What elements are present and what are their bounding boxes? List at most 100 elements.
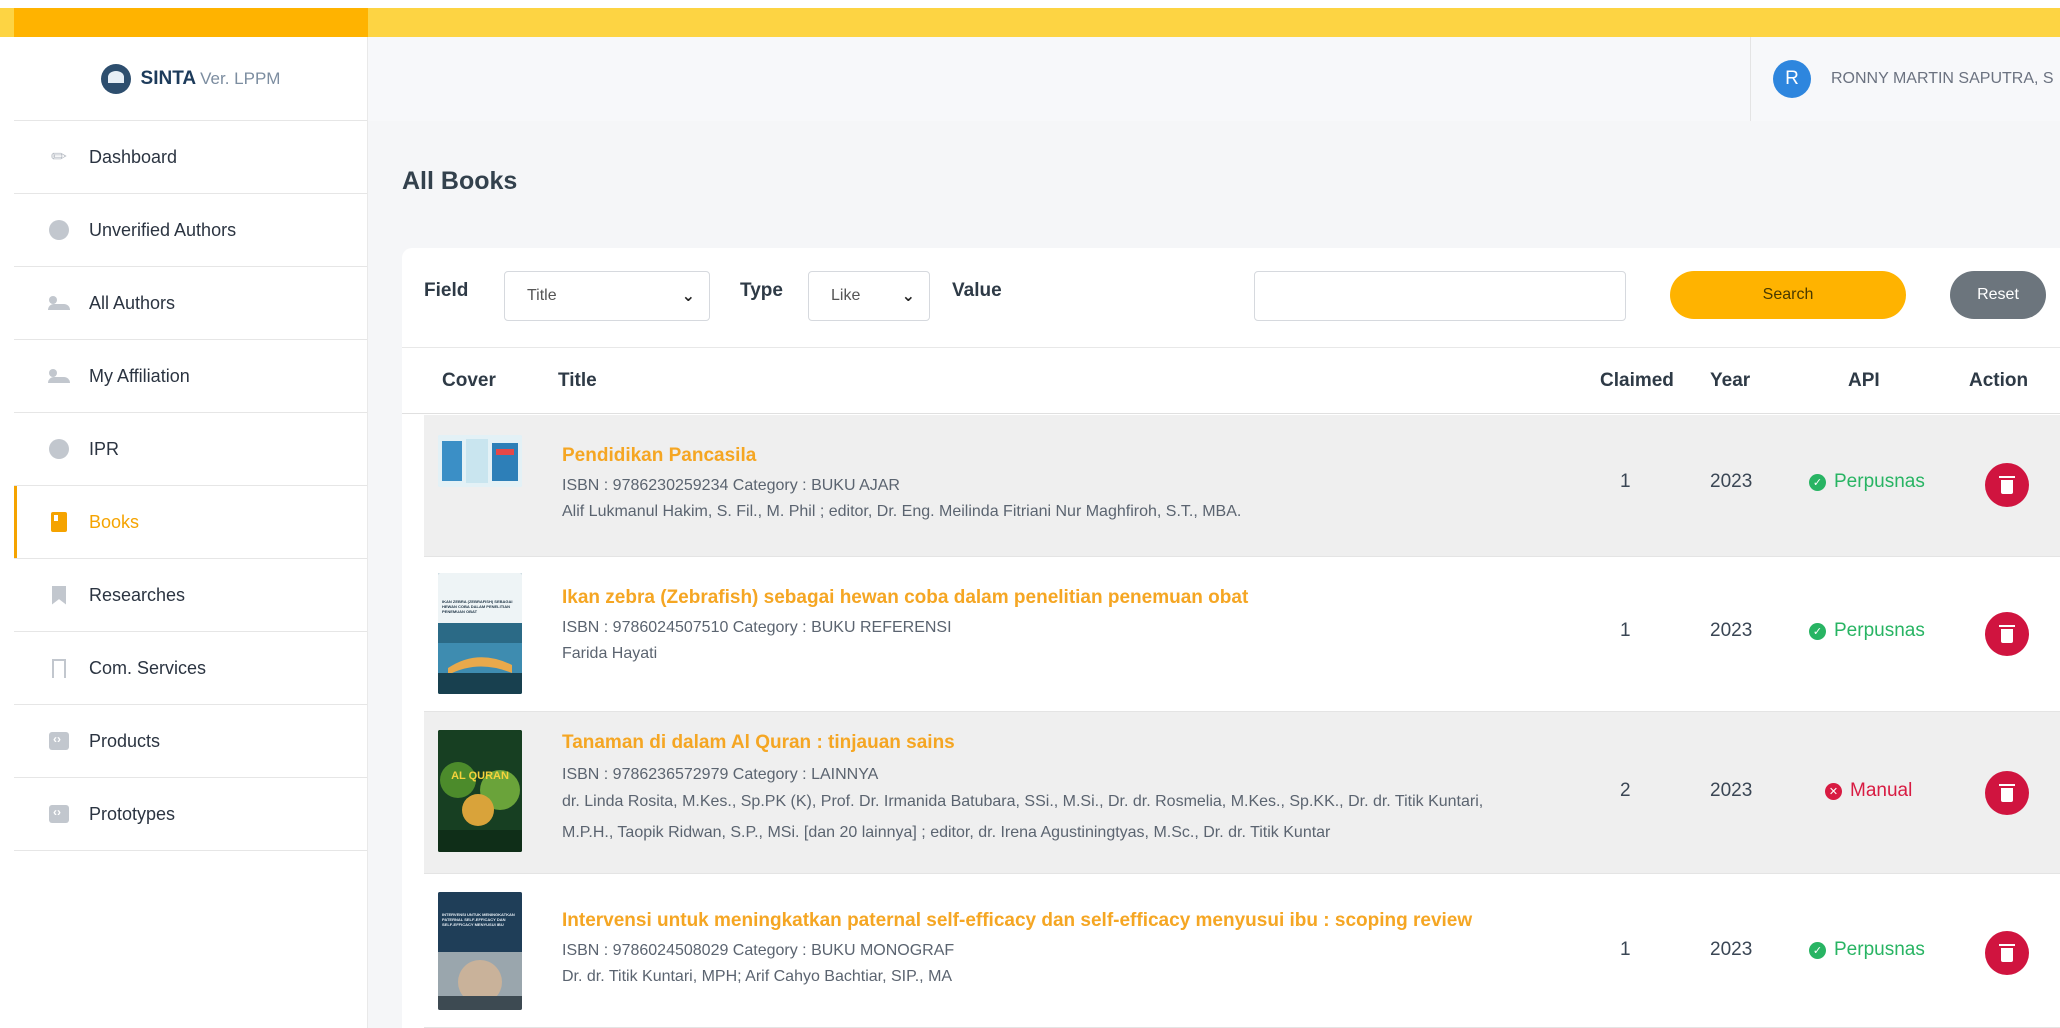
brand-version: Ver. LPPM (200, 68, 281, 88)
reset-button[interactable]: Reset (1950, 271, 2046, 319)
sidebar: SINTA Ver. LPPM ✏ Dashboard Unverified Au… (14, 37, 368, 1028)
badge-icon (48, 438, 70, 460)
claimed-count: 2 (1620, 780, 1631, 801)
book-title-link[interactable]: Pendidikan Pancasila (562, 445, 756, 467)
check-circle-icon: ✓ (1809, 473, 1826, 491)
book-cover-image[interactable]: AL QURAN (438, 730, 522, 852)
book-cover-text: INTERVENSI UNTUK MENINGKATKAN PATERNAL S… (442, 912, 515, 927)
delete-button[interactable] (1985, 612, 2029, 656)
brand[interactable]: SINTA Ver. LPPM (14, 37, 367, 121)
user-menu[interactable]: R RONNY MARTIN SAPUTRA, S (1750, 37, 2060, 121)
type-label: Type (740, 280, 783, 301)
type-select-value: Like (831, 287, 861, 304)
book-title-link[interactable]: Tanaman di dalam Al Quran : tinjauan sai… (562, 732, 955, 754)
trash-icon (1999, 475, 2015, 494)
table-row: AL QURAN Tanaman di dalam Al Quran : tin… (424, 712, 2060, 874)
book-cover-art (438, 573, 522, 694)
search-button[interactable]: Search (1670, 271, 1906, 319)
page-title: All Books (402, 167, 518, 195)
claimed-count: 1 (1620, 620, 1631, 641)
sidebar-item-label: All Authors (89, 292, 176, 313)
api-status-label: Manual (1850, 780, 1913, 801)
book-title-link[interactable]: Intervensi untuk meningkatkan paternal s… (562, 910, 1472, 932)
api-status-badge: ✕ Manual (1825, 780, 1912, 802)
top-header: R RONNY MARTIN SAPUTRA, S (368, 37, 2060, 121)
table-row: IKAN ZEBRA (ZEBRAFISH) SEBAGAI HEWAN COB… (424, 557, 2060, 712)
x-circle-icon: ✕ (1825, 782, 1842, 800)
sidebar-item-products[interactable]: Products (14, 705, 367, 778)
trash-icon (1999, 943, 2015, 962)
sidebar-item-label: Researches (89, 584, 186, 605)
claimed-count: 1 (1620, 471, 1631, 492)
claimed-count: 1 (1620, 939, 1631, 960)
sidebar-item-prototypes[interactable]: Prototypes (14, 778, 367, 851)
book-meta: ISBN : 9786024508029 Category : BUKU MON… (562, 942, 955, 959)
book-cover-text: IKAN ZEBRA (ZEBRAFISH) SEBAGAI HEWAN COB… (442, 599, 513, 614)
book-title-link[interactable]: Ikan zebra (Zebrafish) sebagai hewan cob… (562, 587, 1248, 609)
sidebar-item-label: Prototypes (89, 803, 176, 824)
user-name[interactable]: RONNY MARTIN SAPUTRA, S (1831, 70, 2054, 88)
sidebar-item-all-authors[interactable]: All Authors (14, 267, 367, 340)
table-row: Pendidikan Pancasila ISBN : 978623025923… (424, 415, 2060, 557)
book-meta: ISBN : 9786236572979 Category : LAINNYA (562, 766, 879, 783)
users-icon (48, 365, 70, 387)
sidebar-item-ipr[interactable]: IPR (14, 413, 367, 486)
book-year: 2023 (1710, 939, 1753, 960)
brand-name: SINTA (140, 67, 197, 89)
chevron-down-icon: ⌄ (681, 288, 695, 305)
avatar[interactable]: R (1773, 60, 1811, 98)
book-cover-image[interactable]: INTERVENSI UNTUK MENINGKATKAN PATERNAL S… (438, 892, 522, 1010)
book-meta: ISBN : 9786230259234 Category : BUKU AJA… (562, 477, 900, 494)
book-icon (48, 511, 70, 533)
column-header-claimed: Claimed (1600, 370, 1674, 391)
trash-icon (1999, 783, 2015, 802)
filter-bar: Field Title ⌄ Type Like ⌄ Value Search R… (402, 248, 2060, 348)
trash-icon (1999, 624, 2015, 643)
sidebar-item-researches[interactable]: Researches (14, 559, 367, 632)
book-year: 2023 (1710, 471, 1753, 492)
sidebar-item-label: Books (89, 511, 140, 532)
sidebar-item-unverified-authors[interactable]: Unverified Authors (14, 194, 367, 267)
book-cover-image[interactable]: IKAN ZEBRA (ZEBRAFISH) SEBAGAI HEWAN COB… (438, 573, 522, 694)
api-status-badge: ✓ Perpusnas (1809, 471, 1925, 493)
delete-button[interactable] (1985, 771, 2029, 815)
api-status-label: Perpusnas (1834, 620, 1925, 641)
code-box-icon (48, 803, 70, 825)
book-cover-image[interactable] (438, 435, 522, 487)
column-header-api: API (1848, 370, 1880, 391)
sidebar-item-my-affiliation[interactable]: My Affiliation (14, 340, 367, 413)
book-cover-art (438, 435, 522, 487)
api-status-label: Perpusnas (1834, 939, 1925, 960)
users-icon (48, 292, 70, 314)
delete-button[interactable] (1985, 931, 2029, 975)
sidebar-item-label: Com. Services (89, 657, 207, 678)
top-accent-bar-left (14, 8, 368, 37)
sidebar-item-label: Products (89, 730, 161, 751)
bookmark-outline-icon (48, 657, 70, 679)
value-label: Value (952, 280, 1002, 301)
table-header: Cover Title Claimed Year API Action (402, 348, 2060, 414)
sidebar-item-books[interactable]: Books (14, 486, 367, 559)
sidebar-item-dashboard[interactable]: ✏ Dashboard (14, 121, 367, 194)
delete-button[interactable] (1985, 463, 2029, 507)
main-content: All Books Field Title ⌄ Type Like ⌄ Valu… (368, 121, 2060, 1028)
field-select[interactable]: Title ⌄ (504, 271, 710, 321)
pencil-icon: ✏ (51, 146, 67, 168)
api-status-badge: ✓ Perpusnas (1809, 939, 1925, 961)
book-year: 2023 (1710, 780, 1753, 801)
table-row: INTERVENSI UNTUK MENINGKATKAN PATERNAL S… (424, 874, 2060, 1028)
badge-icon (48, 219, 70, 241)
sidebar-item-label: IPR (89, 438, 120, 459)
book-cover-art (438, 730, 522, 852)
api-status-label: Perpusnas (1834, 471, 1925, 492)
value-input[interactable] (1254, 271, 1626, 321)
check-circle-icon: ✓ (1809, 941, 1826, 959)
sinta-logo-icon (100, 63, 131, 94)
book-meta: ISBN : 9786024507510 Category : BUKU REF… (562, 619, 952, 636)
column-header-action: Action (1969, 370, 2029, 391)
sidebar-item-com-services[interactable]: Com. Services (14, 632, 367, 705)
code-box-icon (48, 730, 70, 752)
type-select[interactable]: Like ⌄ (808, 271, 930, 321)
book-authors: Dr. dr. Titik Kuntari, MPH; Arif Cahyo B… (562, 968, 953, 985)
check-circle-icon: ✓ (1809, 622, 1826, 640)
